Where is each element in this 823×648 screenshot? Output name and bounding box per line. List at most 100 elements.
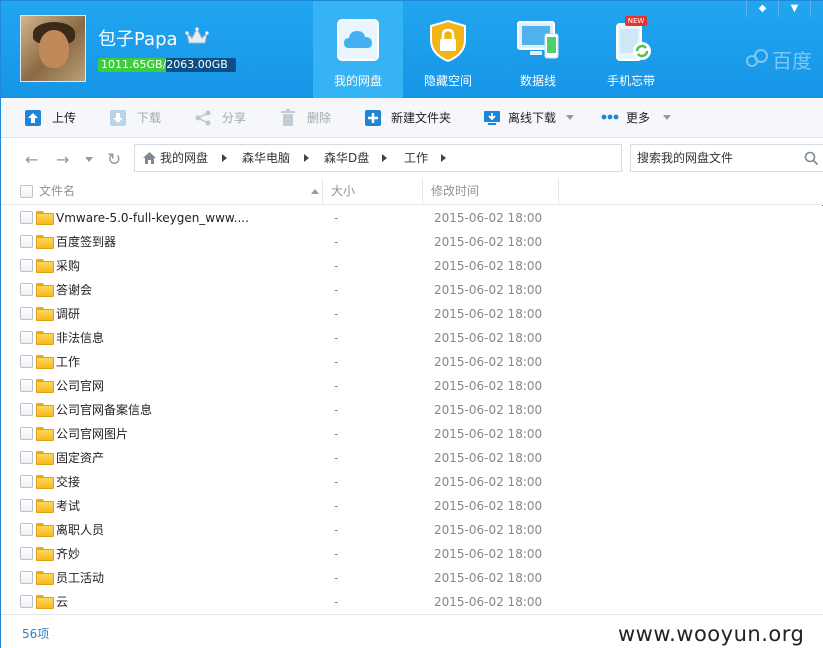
row-checkbox[interactable]: [20, 403, 33, 416]
minimize-button[interactable]: [810, 1, 823, 17]
avatar[interactable]: [20, 15, 86, 82]
folder-icon: [36, 499, 54, 513]
row-checkbox[interactable]: [20, 427, 33, 440]
file-name[interactable]: 固定资产: [56, 446, 104, 470]
table-row[interactable]: 公司官网备案信息 - 2015-06-02 18:00: [1, 398, 823, 422]
watermark: www.wooyun.org: [618, 622, 805, 646]
back-arrow-icon[interactable]: ←: [25, 150, 38, 169]
file-name[interactable]: 采购: [56, 254, 80, 278]
table-row[interactable]: 离职人员 - 2015-06-02 18:00: [1, 518, 823, 542]
row-checkbox[interactable]: [20, 595, 33, 608]
column-header-name[interactable]: 文件名: [39, 178, 323, 205]
share-button[interactable]: 分享: [194, 98, 254, 138]
file-modified-time: 2015-06-02 18:00: [434, 499, 543, 513]
table-row[interactable]: Vmware-5.0-full-keygen_www.... - 2015-06-0…: [1, 206, 823, 230]
search-input[interactable]: [637, 149, 797, 167]
row-checkbox[interactable]: [20, 571, 33, 584]
column-header-size[interactable]: 大小: [323, 178, 423, 205]
new-folder-button[interactable]: 新建文件夹: [364, 98, 459, 138]
file-size: -: [334, 499, 339, 513]
nav-my-netdisk[interactable]: 我的网盘: [313, 1, 403, 98]
table-row[interactable]: 考试 - 2015-06-02 18:00: [1, 494, 823, 518]
table-row[interactable]: 固定资产 - 2015-06-02 18:00: [1, 446, 823, 470]
file-name[interactable]: 员工活动: [56, 566, 104, 590]
home-icon[interactable]: [142, 151, 157, 165]
file-name[interactable]: Vmware-5.0-full-keygen_www....: [56, 206, 249, 230]
file-modified-time: 2015-06-02 18:00: [434, 475, 543, 489]
file-name[interactable]: 公司官网图片: [56, 422, 128, 446]
table-row[interactable]: 云 - 2015-06-02 18:00: [1, 590, 823, 614]
folder-icon: [36, 379, 54, 393]
row-checkbox[interactable]: [20, 523, 33, 536]
row-checkbox[interactable]: [20, 235, 33, 248]
file-name[interactable]: 交接: [56, 470, 80, 494]
table-row[interactable]: 非法信息 - 2015-06-02 18:00: [1, 326, 823, 350]
table-row[interactable]: 答谢会 - 2015-06-02 18:00: [1, 278, 823, 302]
table-row[interactable]: 员工活动 - 2015-06-02 18:00: [1, 566, 823, 590]
table-row[interactable]: 公司官网图片 - 2015-06-02 18:00: [1, 422, 823, 446]
file-name[interactable]: 调研: [56, 302, 80, 326]
row-checkbox[interactable]: [20, 307, 33, 320]
row-checkbox[interactable]: [20, 547, 33, 560]
table-row[interactable]: 工作 - 2015-06-02 18:00: [1, 350, 823, 374]
file-size: -: [334, 571, 339, 585]
table-row[interactable]: 百度签到器 - 2015-06-02 18:00: [1, 230, 823, 254]
row-checkbox[interactable]: [20, 355, 33, 368]
breadcrumb-separator-icon[interactable]: [304, 154, 309, 162]
breadcrumb-separator-icon[interactable]: [382, 154, 387, 162]
baidu-logo-icon: [746, 49, 768, 67]
column-header-modified[interactable]: 修改时间: [423, 178, 559, 205]
row-checkbox[interactable]: [20, 331, 33, 344]
breadcrumb-item[interactable]: 工作: [404, 145, 428, 171]
table-row[interactable]: 采购 - 2015-06-02 18:00: [1, 254, 823, 278]
select-all-checkbox[interactable]: [20, 185, 33, 198]
row-checkbox[interactable]: [20, 283, 33, 296]
file-name[interactable]: 考试: [56, 494, 80, 518]
more-button[interactable]: 更多: [601, 98, 673, 138]
nav-phone-forgotten[interactable]: NEW 手机忘带: [586, 1, 676, 98]
file-name[interactable]: 工作: [56, 350, 80, 374]
breadcrumb-separator-icon[interactable]: [441, 154, 446, 162]
table-row[interactable]: 公司官网 - 2015-06-02 18:00: [1, 374, 823, 398]
table-row[interactable]: 调研 - 2015-06-02 18:00: [1, 302, 823, 326]
folder-icon: [36, 283, 54, 297]
row-checkbox[interactable]: [20, 259, 33, 272]
delete-button[interactable]: 删除: [279, 98, 339, 138]
breadcrumb-item[interactable]: 森华电脑: [242, 145, 290, 171]
nav-label: 我的网盘: [333, 74, 382, 88]
history-dropdown-icon[interactable]: [85, 157, 93, 162]
refresh-icon[interactable]: ↻: [107, 150, 121, 170]
upload-button[interactable]: 上传: [24, 98, 84, 138]
file-name[interactable]: 百度签到器: [56, 230, 116, 254]
menu-dropdown-icon[interactable]: ▼: [778, 1, 810, 17]
lock-shield-icon: [430, 19, 466, 63]
offline-download-button[interactable]: 离线下载: [483, 98, 578, 138]
row-checkbox[interactable]: [20, 499, 33, 512]
forward-arrow-icon[interactable]: →: [56, 150, 69, 169]
vertical-scrollbar[interactable]: [819, 206, 823, 614]
file-name[interactable]: 非法信息: [56, 326, 104, 350]
row-checkbox[interactable]: [20, 475, 33, 488]
table-row[interactable]: 交接 - 2015-06-02 18:00: [1, 470, 823, 494]
download-button[interactable]: 下载: [109, 98, 169, 138]
file-name[interactable]: 云: [56, 590, 68, 614]
search-icon[interactable]: [804, 151, 819, 166]
file-name[interactable]: 公司官网: [56, 374, 104, 398]
row-checkbox[interactable]: [20, 451, 33, 464]
row-checkbox[interactable]: [20, 379, 33, 392]
breadcrumb-separator-icon[interactable]: [222, 154, 227, 162]
notification-bell-icon[interactable]: ◆: [746, 1, 778, 17]
row-checkbox[interactable]: [20, 211, 33, 224]
nav-hidden-space[interactable]: 隐藏空间: [403, 1, 493, 98]
quota-total: /2063.00GB: [162, 58, 228, 71]
username[interactable]: 包子Papa: [98, 25, 178, 51]
file-modified-time: 2015-06-02 18:00: [434, 523, 543, 537]
file-name[interactable]: 答谢会: [56, 278, 92, 302]
file-name[interactable]: 公司官网备案信息: [56, 398, 152, 422]
nav-data-cable[interactable]: 数据线: [493, 1, 583, 98]
file-name[interactable]: 齐妙: [56, 542, 80, 566]
breadcrumb-item[interactable]: 森华D盘: [324, 145, 369, 171]
table-row[interactable]: 齐妙 - 2015-06-02 18:00: [1, 542, 823, 566]
file-name[interactable]: 离职人员: [56, 518, 104, 542]
breadcrumb-item[interactable]: 我的网盘: [160, 145, 208, 171]
